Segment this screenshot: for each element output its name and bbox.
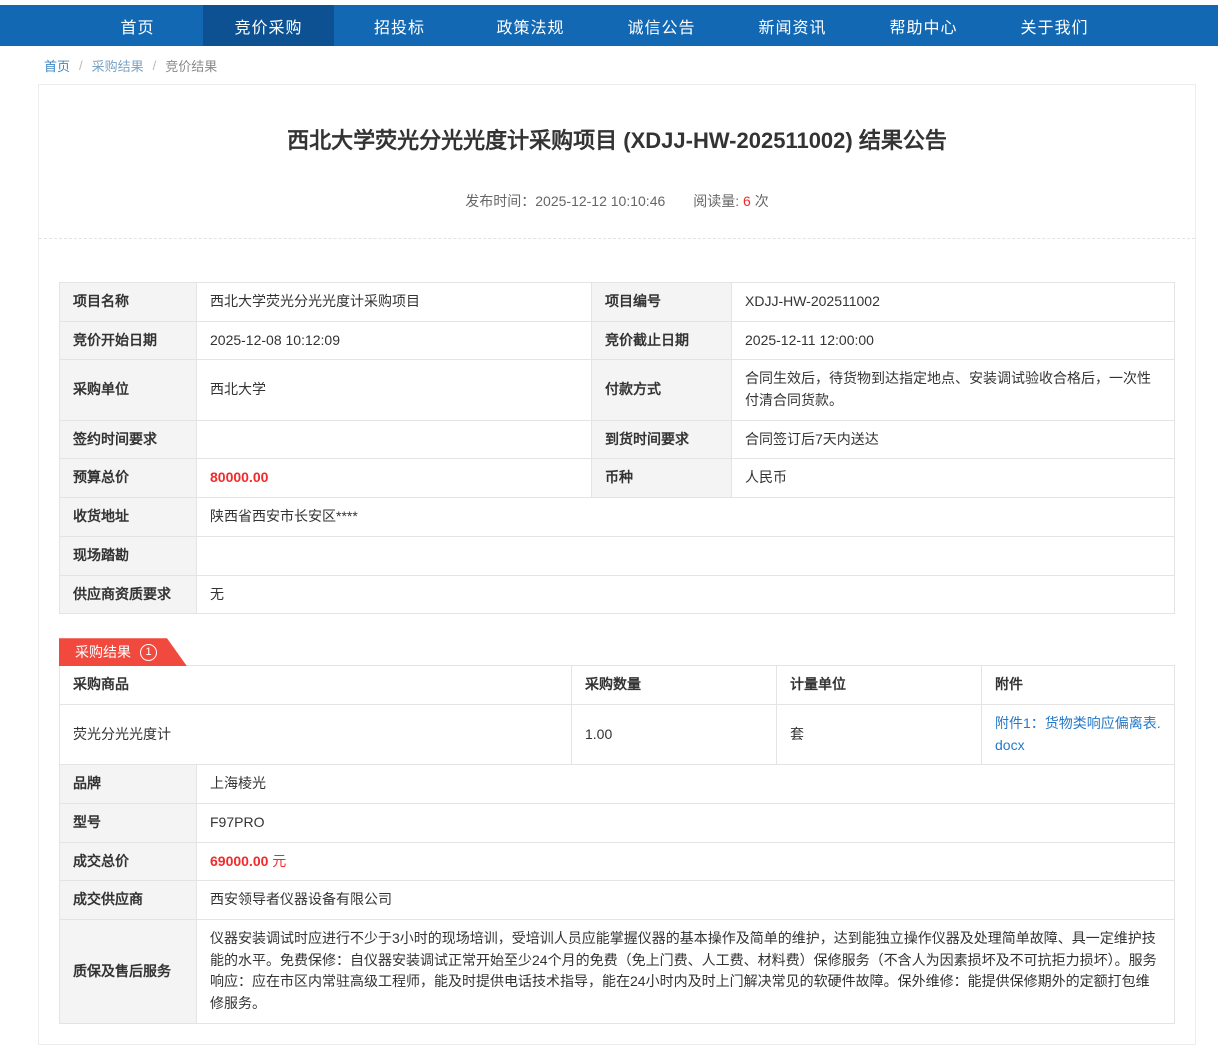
brand-value: 上海棱光 <box>197 765 1175 804</box>
table-row: 预算总价 80000.00 币种 人民币 <box>60 459 1175 498</box>
deal-price-unit: 元 <box>272 853 286 869</box>
column-header-unit: 计量单位 <box>777 666 982 705</box>
breadcrumb-separator: / <box>153 58 157 73</box>
table-row: 供应商资质要求 无 <box>60 575 1175 614</box>
field-label: 采购单位 <box>60 360 197 420</box>
product-name-cell: 荧光分光光度计 <box>60 704 572 764</box>
main-nav: 首页 竞价采购 招投标 政策法规 诚信公告 新闻资讯 帮助中心 关于我们 <box>0 5 1218 46</box>
column-header-attachment: 附件 <box>982 666 1175 705</box>
result-details-table: 品牌 上海棱光 型号 F97PRO 成交总价 69000.00 元 成交供应商 … <box>59 764 1175 1024</box>
budget-total-value: 80000.00 <box>197 459 592 498</box>
table-header-row: 采购商品 采购数量 计量单位 附件 <box>60 666 1175 705</box>
supplier-value: 西安领导者仪器设备有限公司 <box>197 881 1175 920</box>
field-label: 预算总价 <box>60 459 197 498</box>
field-label: 竞价开始日期 <box>60 321 197 360</box>
page-title: 西北大学荧光分光光度计采购项目 (XDJJ-HW-202511002) 结果公告 <box>39 85 1195 155</box>
announcement-card: 西北大学荧光分光光度计采购项目 (XDJJ-HW-202511002) 结果公告… <box>38 84 1196 1045</box>
column-header-product: 采购商品 <box>60 666 572 705</box>
table-row: 质保及售后服务 仪器安装调试时应进行不少于3小时的现场培训，受培训人员应能掌握仪… <box>60 920 1175 1024</box>
table-row: 项目名称 西北大学荧光分光光度计采购项目 项目编号 XDJJ-HW-202511… <box>60 283 1175 322</box>
publish-time-label: 发布时间： <box>465 193 535 209</box>
field-label: 币种 <box>592 459 732 498</box>
payment-method-value: 合同生效后，待货物到达指定地点、安装调试验收合格后，一次性付清合同货款。 <box>732 360 1175 420</box>
table-row: 成交供应商 西安领导者仪器设备有限公司 <box>60 881 1175 920</box>
purchaser-value: 西北大学 <box>197 360 592 420</box>
badge-label: 采购结果 <box>75 642 131 662</box>
nav-item-news[interactable]: 新闻资讯 <box>727 5 858 46</box>
nav-item-policies[interactable]: 政策法规 <box>465 5 596 46</box>
breadcrumb-procurement-results-link[interactable]: 采购结果 <box>92 56 144 75</box>
bid-deadline-value: 2025-12-11 12:00:00 <box>732 321 1175 360</box>
table-row: 成交总价 69000.00 元 <box>60 842 1175 881</box>
nav-item-bidding-procurement[interactable]: 竞价采购 <box>203 5 334 46</box>
card-body: 项目名称 西北大学荧光分光光度计采购项目 项目编号 XDJJ-HW-202511… <box>39 239 1195 1044</box>
table-row: 现场踏勘 <box>60 536 1175 575</box>
field-label: 项目编号 <box>592 283 732 322</box>
project-name-value: 西北大学荧光分光光度计采购项目 <box>197 283 592 322</box>
field-label: 现场踏勘 <box>60 536 197 575</box>
breadcrumb-home-link[interactable]: 首页 <box>44 56 70 75</box>
breadcrumb-current-page: 竞价结果 <box>165 56 217 75</box>
delivery-address-value: 陕西省西安市长安区**** <box>197 498 1175 537</box>
nav-item-home[interactable]: 首页 <box>72 5 203 46</box>
field-label: 到货时间要求 <box>592 420 732 459</box>
views-count: 6 <box>743 193 751 209</box>
table-row: 竞价开始日期 2025-12-08 10:12:09 竞价截止日期 2025-1… <box>60 321 1175 360</box>
deal-price-amount: 69000.00 <box>210 853 268 869</box>
attachment-download-link[interactable]: 附件1：货物类响应偏离表.docx <box>995 715 1161 753</box>
field-label: 成交总价 <box>60 842 197 881</box>
field-label: 付款方式 <box>592 360 732 420</box>
column-header-quantity: 采购数量 <box>572 666 777 705</box>
article-meta: 发布时间：2025-12-12 10:10:46 阅读量: 6 次 <box>39 191 1195 211</box>
table-row: 品牌 上海棱光 <box>60 765 1175 804</box>
field-label: 品牌 <box>60 765 197 804</box>
views-label: 阅读量: <box>693 193 739 209</box>
nav-item-integrity-notices[interactable]: 诚信公告 <box>596 5 727 46</box>
views-unit: 次 <box>755 193 769 209</box>
field-label: 供应商资质要求 <box>60 575 197 614</box>
breadcrumb-separator: / <box>79 58 83 73</box>
field-label: 项目名称 <box>60 283 197 322</box>
deal-price-value: 69000.00 元 <box>197 842 1175 881</box>
unit-cell: 套 <box>777 704 982 764</box>
table-row: 签约时间要求 到货时间要求 合同签订后7天内送达 <box>60 420 1175 459</box>
nav-item-about-us[interactable]: 关于我们 <box>989 5 1120 46</box>
site-survey-value <box>197 536 1175 575</box>
signing-time-value <box>197 420 592 459</box>
table-row: 采购单位 西北大学 付款方式 合同生效后，待货物到达指定地点、安装调试验收合格后… <box>60 360 1175 420</box>
supplier-qualification-value: 无 <box>197 575 1175 614</box>
field-label: 竞价截止日期 <box>592 321 732 360</box>
field-label: 成交供应商 <box>60 881 197 920</box>
warranty-service-value: 仪器安装调试时应进行不少于3小时的现场培训，受培训人员应能掌握仪器的基本操作及简… <box>197 920 1175 1024</box>
breadcrumb: 首页 / 采购结果 / 竞价结果 <box>0 46 1218 84</box>
quantity-cell: 1.00 <box>572 704 777 764</box>
field-label: 质保及售后服务 <box>60 920 197 1024</box>
field-label: 型号 <box>60 803 197 842</box>
currency-value: 人民币 <box>732 459 1175 498</box>
publish-time-value: 2025-12-12 10:10:46 <box>535 193 665 209</box>
model-value: F97PRO <box>197 803 1175 842</box>
field-label: 收货地址 <box>60 498 197 537</box>
procurement-result-badge: 采购结果 1 <box>59 638 187 666</box>
table-row: 型号 F97PRO <box>60 803 1175 842</box>
table-row: 收货地址 陕西省西安市长安区**** <box>60 498 1175 537</box>
delivery-time-value: 合同签订后7天内送达 <box>732 420 1175 459</box>
result-items-table: 采购商品 采购数量 计量单位 附件 荧光分光光度计 1.00 套 附件1：货物类… <box>59 665 1175 765</box>
table-row: 荧光分光光度计 1.00 套 附件1：货物类响应偏离表.docx <box>60 704 1175 764</box>
field-label: 签约时间要求 <box>60 420 197 459</box>
attachment-cell: 附件1：货物类响应偏离表.docx <box>982 704 1175 764</box>
badge-count: 1 <box>140 644 157 661</box>
bid-start-value: 2025-12-08 10:12:09 <box>197 321 592 360</box>
project-info-table: 项目名称 西北大学荧光分光光度计采购项目 项目编号 XDJJ-HW-202511… <box>59 282 1175 614</box>
project-number-value: XDJJ-HW-202511002 <box>732 283 1175 322</box>
nav-item-tendering[interactable]: 招投标 <box>334 5 465 46</box>
nav-item-help-center[interactable]: 帮助中心 <box>858 5 989 46</box>
